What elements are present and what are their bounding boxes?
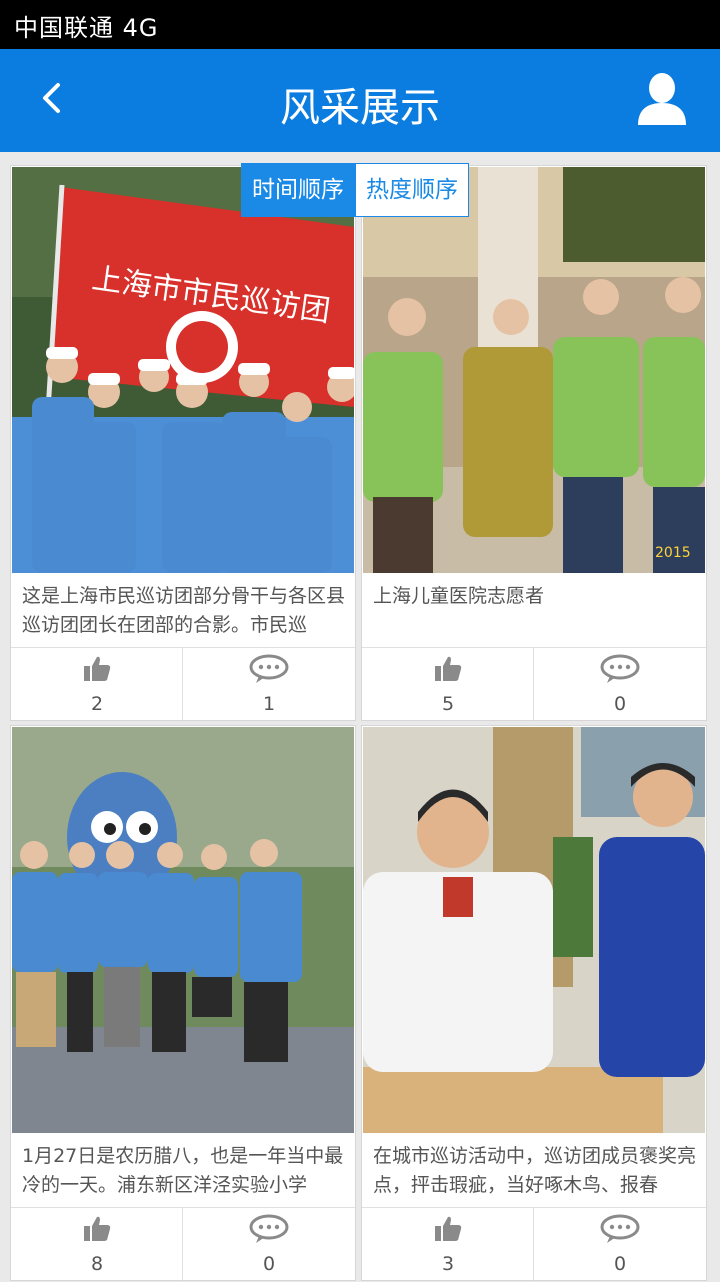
comment-icon — [600, 1214, 640, 1243]
svg-text:2015: 2015 — [655, 545, 691, 561]
comment-count: 0 — [262, 1253, 276, 1275]
comment-icon — [249, 654, 289, 683]
card-actions: 8 0 — [11, 1207, 355, 1282]
photo-card[interactable]: 上海市市民巡访团 这是上海市民巡访团部分骨干与各区县巡访团团长在团部的合影。市民… — [10, 165, 356, 722]
like-button[interactable]: 3 — [362, 1208, 534, 1282]
comment-button[interactable]: 0 — [534, 1208, 706, 1282]
user-button[interactable] — [636, 71, 688, 127]
like-button[interactable]: 2 — [11, 648, 183, 722]
card-caption: 这是上海市民巡访团部分骨干与各区县巡访团团长在团部的合影。市民巡 — [22, 585, 346, 636]
tab-popularity-order[interactable]: 热度顺序 — [355, 163, 469, 217]
comment-count: 0 — [613, 693, 627, 715]
comment-button[interactable]: 1 — [183, 648, 355, 722]
card-actions: 2 1 — [11, 647, 355, 722]
comment-count: 0 — [613, 1253, 627, 1275]
like-count: 8 — [90, 1253, 104, 1275]
user-icon — [638, 73, 686, 125]
card-actions: 3 0 — [362, 1207, 706, 1282]
comment-button[interactable]: 0 — [183, 1208, 355, 1282]
photo-card[interactable]: 2015 上海儿童医院志愿者 5 0 — [361, 165, 707, 722]
photo-card[interactable]: 在城市巡访活动中，巡访团成员褒奖亮点，抨击瑕疵，当好啄木鸟、报春 3 0 — [361, 725, 707, 1282]
card-photo[interactable] — [363, 727, 705, 1133]
like-button[interactable]: 8 — [11, 1208, 183, 1282]
card-actions: 5 0 — [362, 647, 706, 722]
comment-icon — [249, 1214, 289, 1243]
status-bar: 中国联通 4G — [0, 0, 720, 49]
like-button[interactable]: 5 — [362, 648, 534, 722]
card-photo[interactable] — [12, 727, 354, 1133]
like-count: 5 — [441, 693, 455, 715]
comment-icon — [600, 654, 640, 683]
tab-time-order[interactable]: 时间顺序 — [241, 163, 355, 217]
card-photo[interactable]: 2015 — [363, 167, 705, 573]
comment-count: 1 — [262, 693, 276, 715]
like-count: 2 — [90, 693, 104, 715]
carrier-label: 中国联通 4G — [14, 14, 159, 42]
card-caption: 在城市巡访活动中，巡访团成员褒奖亮点，抨击瑕疵，当好啄木鸟、报春 — [373, 1145, 697, 1196]
sort-tabs: 时间顺序 热度顺序 — [241, 163, 469, 217]
thumbs-up-icon — [84, 656, 111, 681]
card-caption: 1月27日是农历腊八，也是一年当中最冷的一天。浦东新区洋泾实验小学 — [22, 1145, 344, 1196]
thumbs-up-icon — [84, 1216, 111, 1241]
card-caption: 上海儿童医院志愿者 — [373, 585, 545, 607]
thumbs-up-icon — [435, 1216, 462, 1241]
photo-card[interactable]: 1月27日是农历腊八，也是一年当中最冷的一天。浦东新区洋泾实验小学 8 0 — [10, 725, 356, 1282]
app-bar: 风采展示 — [0, 49, 720, 152]
thumbs-up-icon — [435, 656, 462, 681]
card-photo[interactable]: 上海市市民巡访团 — [12, 167, 354, 573]
page-title: 风采展示 — [280, 85, 440, 131]
comment-button[interactable]: 0 — [534, 648, 706, 722]
like-count: 3 — [441, 1253, 455, 1275]
photo-grid: 上海市市民巡访团 这是上海市民巡访团部分骨干与各区县巡访团团长在团部的合影。市民… — [0, 152, 720, 1282]
